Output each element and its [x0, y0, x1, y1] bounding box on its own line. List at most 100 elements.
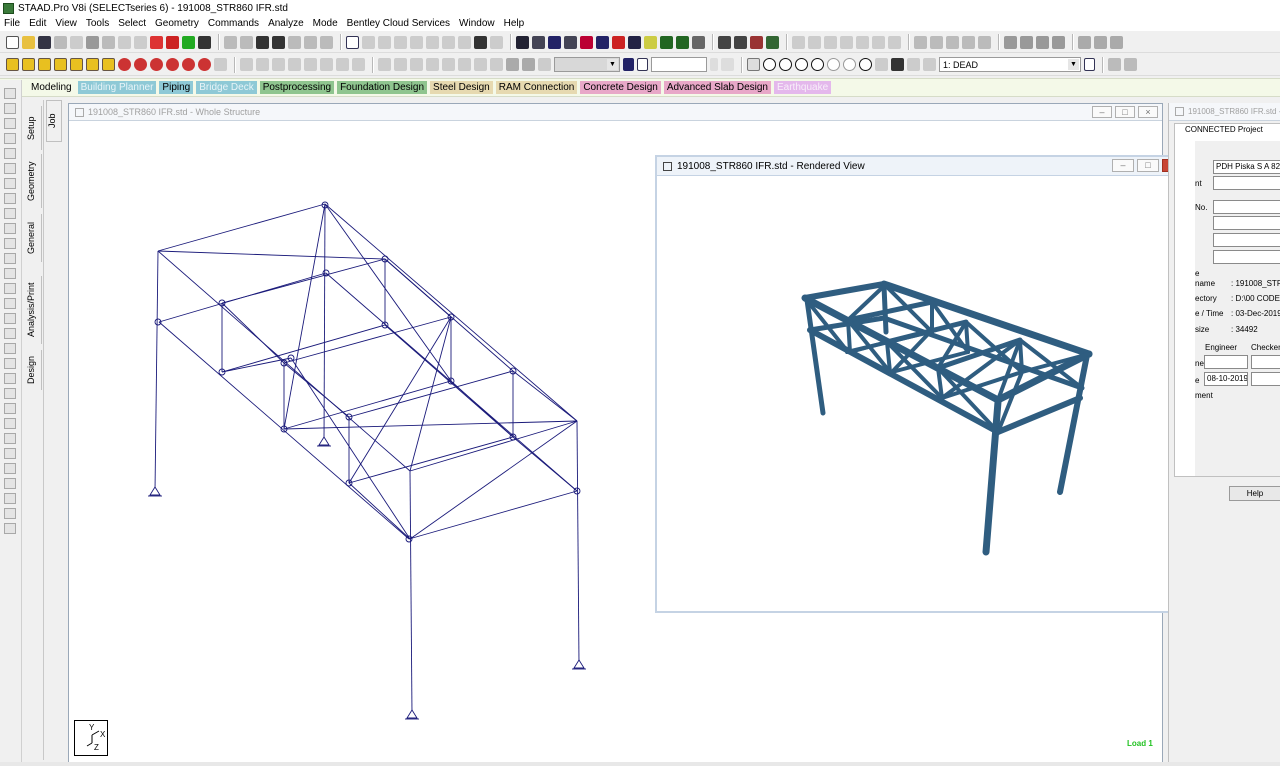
renumber-icon[interactable]	[506, 58, 519, 71]
plate-cursor-icon[interactable]	[4, 133, 16, 144]
tab-design[interactable]: Design	[26, 350, 42, 390]
move-tool-icon[interactable]	[4, 253, 16, 264]
menu-select[interactable]: Select	[118, 18, 146, 29]
zoom-extents-icon[interactable]	[859, 58, 872, 71]
zoom-previous-icon[interactable]	[843, 58, 856, 71]
stretch-icon[interactable]	[522, 58, 535, 71]
link-icon[interactable]	[914, 35, 927, 49]
dimension-beams-icon[interactable]	[442, 35, 455, 49]
dimension-icon[interactable]	[426, 35, 439, 49]
cut-icon[interactable]	[70, 35, 83, 49]
rendered-view-window[interactable]: 191008_STR860 IFR.std - Rendered View – …	[655, 155, 1194, 613]
erase-icon[interactable]	[4, 433, 16, 444]
deform-icon[interactable]	[750, 35, 763, 49]
moment-icon[interactable]	[692, 35, 705, 49]
mirror-icon[interactable]	[824, 35, 837, 49]
view-icon[interactable]	[978, 35, 991, 49]
menu-analyze[interactable]: Analyze	[268, 18, 304, 29]
tab-steel-design[interactable]: Steel Design	[430, 81, 493, 94]
connect-beams-icon[interactable]	[458, 58, 471, 71]
menu-file[interactable]: File	[4, 18, 20, 29]
animate-icon[interactable]	[766, 35, 779, 49]
group-icon[interactable]	[946, 35, 959, 49]
solids-cursor-icon[interactable]	[288, 58, 301, 71]
rotate-tool-icon[interactable]	[4, 268, 16, 279]
tab-bridge-deck[interactable]: Bridge Deck	[196, 81, 257, 94]
minimize-button[interactable]: –	[1092, 106, 1112, 118]
macro-icon[interactable]	[1078, 35, 1091, 49]
checker-name-field[interactable]	[1251, 355, 1280, 369]
close-button[interactable]: ×	[1138, 106, 1158, 118]
spin-buttons-icon[interactable]	[710, 58, 718, 71]
print-icon[interactable]	[54, 35, 67, 49]
settings-tool-icon[interactable]	[4, 448, 16, 459]
annotation-icon[interactable]	[4, 403, 16, 414]
open-file-icon[interactable]	[22, 35, 35, 49]
menu-view[interactable]: View	[55, 18, 77, 29]
camera-icon[interactable]	[272, 35, 285, 49]
table-icon[interactable]	[4, 298, 16, 309]
rotate-icon[interactable]	[840, 35, 853, 49]
layers-icon[interactable]	[4, 493, 16, 504]
label-tool-icon[interactable]	[4, 313, 16, 324]
tab-piping[interactable]: Piping	[159, 81, 194, 94]
print-tool-icon[interactable]	[4, 463, 16, 474]
grid-icon[interactable]	[4, 238, 16, 249]
snap-grid-icon[interactable]	[378, 58, 391, 71]
paste-icon[interactable]	[102, 35, 115, 49]
menu-window[interactable]: Window	[459, 18, 495, 29]
bracket-icon[interactable]	[4, 223, 16, 234]
rendered-structure-view[interactable]	[657, 176, 1192, 611]
view-options-icon[interactable]	[214, 58, 227, 71]
help-button[interactable]: Help	[1229, 486, 1280, 501]
section-icon[interactable]	[612, 35, 625, 49]
zoom-all-icon[interactable]	[827, 58, 840, 71]
tab-job[interactable]: Job	[46, 100, 62, 142]
tab-modeling[interactable]: Modeling	[28, 81, 75, 94]
translational-repeat-icon[interactable]	[792, 35, 805, 49]
menu-tools[interactable]: Tools	[86, 18, 109, 29]
view-isometric-icon[interactable]	[102, 58, 115, 71]
isolate-icon[interactable]	[907, 58, 920, 71]
zoom-in-icon[interactable]	[779, 58, 792, 71]
beam-table-icon[interactable]	[362, 35, 375, 49]
paint-icon[interactable]	[4, 358, 16, 369]
tab-geometry[interactable]: Geometry	[26, 154, 42, 208]
menu-geometry[interactable]: Geometry	[155, 18, 199, 29]
section-view-icon[interactable]	[923, 58, 936, 71]
apply-value-icon[interactable]	[721, 58, 734, 71]
checker-date-field[interactable]	[1251, 372, 1280, 386]
beam-cursor-icon[interactable]	[4, 118, 16, 129]
scale-icon[interactable]	[872, 35, 885, 49]
engineer-date-field[interactable]: 08-10-2019	[1204, 372, 1248, 386]
label-icon[interactable]	[962, 35, 975, 49]
stop-icon[interactable]	[166, 35, 179, 49]
tool-extra-icon[interactable]	[4, 523, 16, 534]
load-case-select[interactable]: 1: DEAD ▼	[939, 57, 1081, 72]
zoom-dynamic-icon[interactable]	[795, 58, 808, 71]
physical-members-cursor-icon[interactable]	[336, 58, 349, 71]
part-field[interactable]	[1213, 216, 1280, 230]
save-icon[interactable]	[38, 35, 51, 49]
member-cursor-icon[interactable]	[4, 208, 16, 219]
pan-icon[interactable]	[875, 58, 888, 71]
query-icon[interactable]	[474, 35, 487, 49]
window-cascade-icon[interactable]	[1004, 35, 1017, 49]
plates-cursor-icon[interactable]	[272, 58, 285, 71]
delete-icon[interactable]	[150, 35, 163, 49]
load-icon[interactable]	[596, 35, 609, 49]
macro-2-icon[interactable]	[1094, 35, 1107, 49]
node-cursor-icon[interactable]	[4, 178, 16, 189]
solid-icon[interactable]	[676, 35, 689, 49]
tab-general[interactable]: General	[26, 214, 42, 262]
move-icon[interactable]	[856, 35, 869, 49]
circular-repeat-icon[interactable]	[808, 35, 821, 49]
intersect-icon[interactable]	[474, 58, 487, 71]
menu-mode[interactable]: Mode	[313, 18, 338, 29]
spec-icon[interactable]	[548, 35, 561, 49]
highlight-icon[interactable]	[623, 58, 634, 71]
job-field[interactable]	[1213, 176, 1280, 190]
property-icon[interactable]	[532, 35, 545, 49]
magic-icon[interactable]	[4, 343, 16, 354]
solid-table-icon[interactable]	[394, 35, 407, 49]
